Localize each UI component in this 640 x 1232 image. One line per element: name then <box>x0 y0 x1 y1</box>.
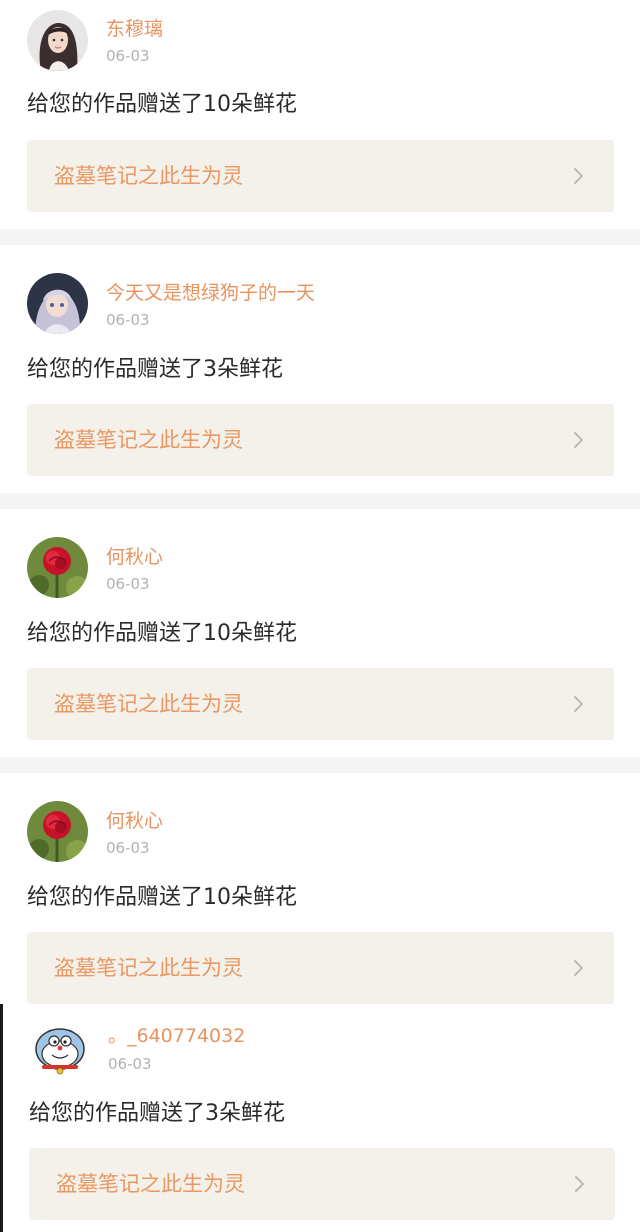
notification-card: 何秋心 06-03 给您的作品赠送了10朵鲜花 盗墓笔记之此生为灵 <box>0 773 640 1004</box>
girl-portrait-icon <box>27 10 88 71</box>
notification-date: 06-03 <box>106 575 150 593</box>
user-name[interactable]: 何秋心 <box>106 545 163 569</box>
card-separator <box>0 493 640 509</box>
chevron-right-icon <box>574 432 583 448</box>
cartoon-cat-avatar[interactable] <box>30 1019 91 1080</box>
red-rose-icon <box>27 801 88 862</box>
work-title: 盗墓笔记之此生为灵 <box>56 1172 245 1196</box>
girl-portrait-avatar[interactable] <box>27 10 88 71</box>
screenshot-edge <box>0 1004 3 1232</box>
red-rose-icon <box>27 537 88 598</box>
work-link[interactable]: 盗墓笔记之此生为灵 <box>27 668 614 740</box>
anime-doll-icon <box>27 273 88 334</box>
notification-date: 06-03 <box>106 311 150 329</box>
card-separator <box>0 757 640 773</box>
anime-doll-avatar[interactable] <box>27 273 88 334</box>
work-title: 盗墓笔记之此生为灵 <box>54 956 243 980</box>
user-name[interactable]: 。_640774032 <box>108 1024 245 1048</box>
work-link[interactable]: 盗墓笔记之此生为灵 <box>27 404 614 476</box>
work-link[interactable]: 盗墓笔记之此生为灵 <box>27 932 614 1004</box>
notification-card: 今天又是想绿狗子的一天 06-03 给您的作品赠送了3朵鲜花 盗墓笔记之此生为灵 <box>0 245 640 493</box>
red-rose-avatar[interactable] <box>27 801 88 862</box>
chevron-right-icon <box>574 960 583 976</box>
work-title: 盗墓笔记之此生为灵 <box>54 428 243 452</box>
notification-date: 06-03 <box>108 1055 152 1073</box>
work-link[interactable]: 盗墓笔记之此生为灵 <box>29 1148 615 1220</box>
notification-card: 何秋心 06-03 给您的作品赠送了10朵鲜花 盗墓笔记之此生为灵 <box>0 509 640 757</box>
gift-message: 给您的作品赠送了3朵鲜花 <box>27 357 283 382</box>
work-link[interactable]: 盗墓笔记之此生为灵 <box>27 140 614 212</box>
chevron-right-icon <box>574 696 583 712</box>
notification-card: 。_640774032 06-03 给您的作品赠送了3朵鲜花 盗墓笔记之此生为灵 <box>0 1004 640 1232</box>
red-rose-avatar[interactable] <box>27 537 88 598</box>
work-title: 盗墓笔记之此生为灵 <box>54 164 243 188</box>
notification-feed: 东穆璃 06-03 给您的作品赠送了10朵鲜花 盗墓笔记之此生为灵 今天又是想绿… <box>0 0 640 1232</box>
notification-card: 东穆璃 06-03 给您的作品赠送了10朵鲜花 盗墓笔记之此生为灵 <box>0 0 640 228</box>
cartoon-cat-icon <box>30 1019 91 1080</box>
notification-date: 06-03 <box>106 839 150 857</box>
user-name[interactable]: 今天又是想绿狗子的一天 <box>106 281 315 305</box>
chevron-right-icon <box>574 168 583 184</box>
gift-message: 给您的作品赠送了10朵鲜花 <box>27 621 297 646</box>
gift-message: 给您的作品赠送了10朵鲜花 <box>27 92 297 117</box>
gift-message: 给您的作品赠送了3朵鲜花 <box>29 1101 285 1126</box>
chevron-right-icon <box>575 1176 584 1192</box>
user-name[interactable]: 东穆璃 <box>106 17 163 41</box>
work-title: 盗墓笔记之此生为灵 <box>54 692 243 716</box>
user-name[interactable]: 何秋心 <box>106 809 163 833</box>
card-separator <box>0 229 640 245</box>
gift-message: 给您的作品赠送了10朵鲜花 <box>27 885 297 910</box>
notification-date: 06-03 <box>106 47 150 65</box>
